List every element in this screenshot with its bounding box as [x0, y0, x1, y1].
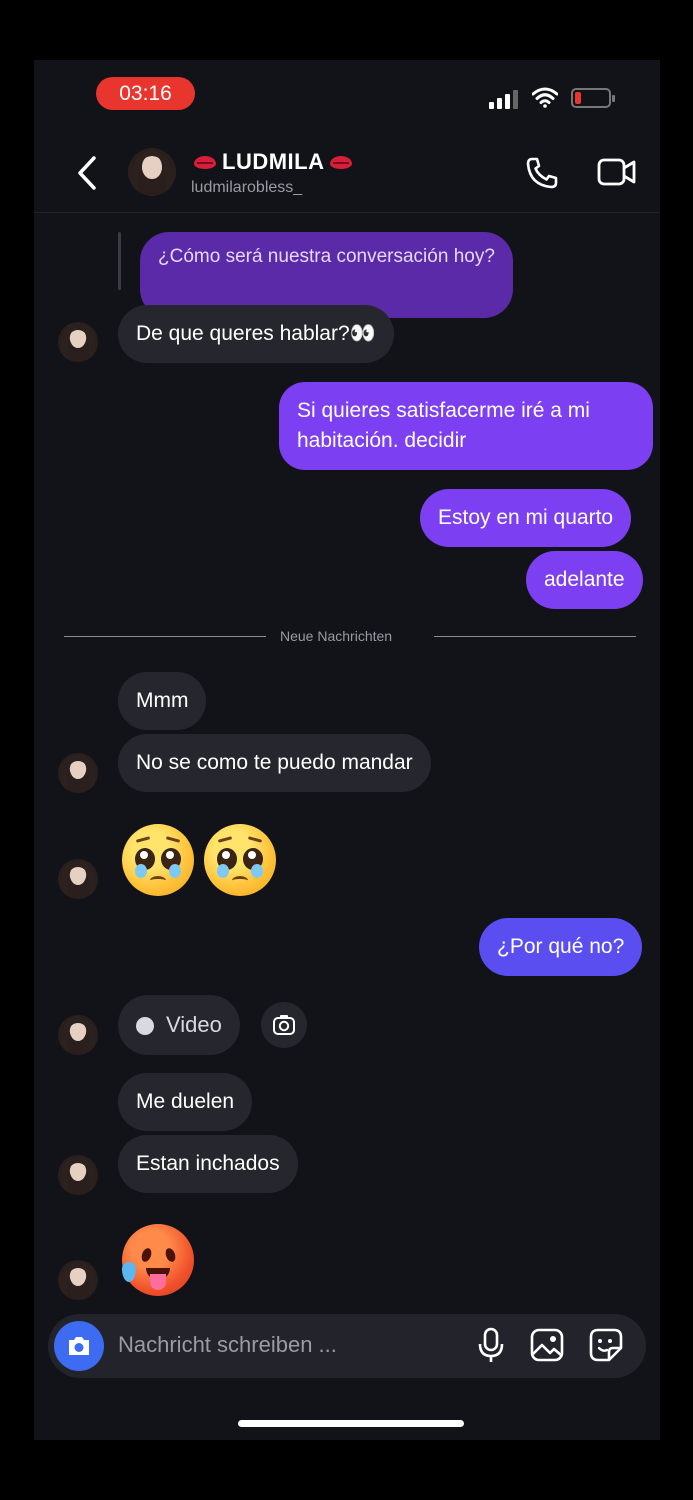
home-indicator[interactable]	[238, 1420, 464, 1427]
emoji-text: 🥺🥺	[118, 820, 119, 821]
video-camera-icon[interactable]	[597, 156, 637, 188]
sender-avatar[interactable]	[58, 1015, 98, 1055]
view-media-button[interactable]	[261, 1002, 307, 1048]
message-line: Si quieres satisfacerme iré a mi	[297, 399, 590, 422]
sticker-icon[interactable]	[589, 1328, 623, 1362]
battery-icon	[571, 88, 615, 108]
message-incoming[interactable]: No se como te puedo mandar	[118, 734, 431, 792]
lips-kiss-icon	[330, 155, 353, 169]
message-incoming[interactable]: Me duelen	[118, 1073, 253, 1131]
emoji-message[interactable]: 🥵	[118, 1220, 198, 1300]
hot-face-icon	[122, 1224, 194, 1296]
message-input[interactable]: Nachricht schreiben ...	[118, 1332, 337, 1358]
contact-name[interactable]: LUDMILA	[194, 148, 353, 175]
wifi-icon	[532, 87, 558, 108]
emoji-message[interactable]: 🥺🥺	[118, 820, 278, 900]
message-line: habitación. decidir	[297, 429, 467, 452]
phone-icon[interactable]	[524, 155, 560, 191]
camera-button[interactable]	[54, 1321, 104, 1371]
emoji-text: 🥵	[118, 1220, 119, 1221]
message-incoming[interactable]: Mmm	[118, 672, 207, 730]
sender-avatar[interactable]	[58, 1155, 98, 1195]
camera-icon	[273, 1015, 295, 1035]
sender-avatar[interactable]	[58, 859, 98, 899]
sender-avatar[interactable]	[58, 322, 98, 362]
message-outgoing[interactable]: Estoy en mi quarto	[420, 489, 632, 547]
tap-hand-icon	[136, 1017, 154, 1036]
gallery-icon[interactable]	[530, 1328, 564, 1362]
new-messages-divider: Neue Nachrichten	[280, 628, 393, 644]
pleading-face-icon	[204, 824, 276, 896]
sender-avatar[interactable]	[58, 1260, 98, 1300]
message-incoming[interactable]: Estan inchados	[118, 1135, 298, 1193]
back-chevron-icon[interactable]	[74, 155, 100, 191]
contact-avatar[interactable]	[128, 148, 176, 196]
message-outgoing[interactable]: Si quieres satisfacerme iré a mi habitac…	[279, 382, 653, 470]
sender-avatar[interactable]	[58, 753, 98, 793]
microphone-icon[interactable]	[477, 1327, 505, 1365]
video-message[interactable]: Video	[118, 995, 240, 1055]
message-outgoing[interactable]: ¿Por qué no?	[479, 918, 643, 976]
cellular-signal-icon	[489, 89, 519, 109]
chat-screen: 03:16 LUDMILA ludmilarobless_ ¿Cómo será…	[34, 60, 660, 1440]
header-divider	[34, 212, 660, 213]
message-incoming[interactable]: De que queres hablar?👀	[118, 305, 394, 363]
contact-username[interactable]: ludmilarobless_	[191, 179, 302, 197]
status-time: 03:16	[96, 77, 195, 110]
reply-indicator	[118, 232, 121, 290]
message-outgoing[interactable]: adelante	[526, 551, 643, 609]
camera-icon	[69, 1337, 89, 1355]
pleading-face-icon	[122, 824, 194, 896]
lips-kiss-icon	[194, 155, 216, 169]
divider-line-left	[64, 636, 266, 637]
divider-line-right	[434, 636, 636, 637]
